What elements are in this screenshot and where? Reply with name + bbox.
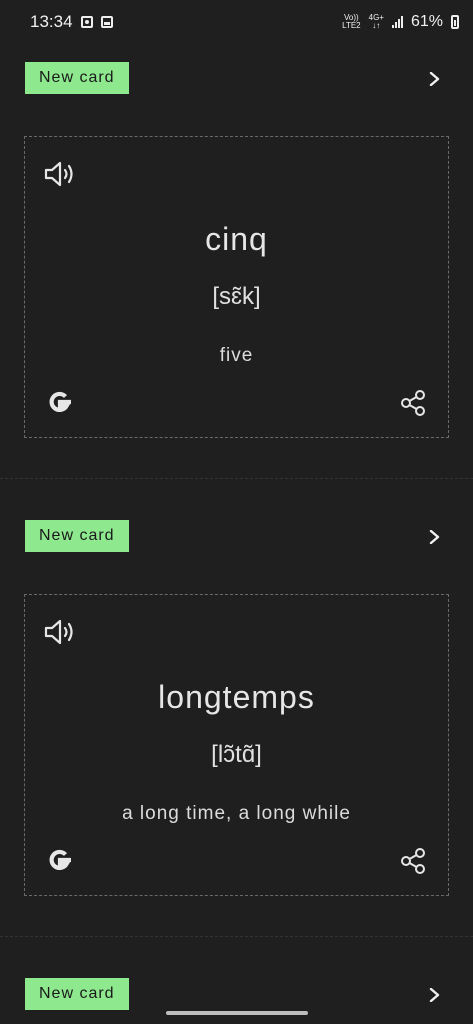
battery-percent: 61% bbox=[410, 13, 443, 30]
screen: 13:34 Vo)) LTE2 4G+ ↓↑ 61% New card cinq… bbox=[0, 0, 473, 1024]
new-card-badge: New card bbox=[25, 978, 129, 1010]
card-word: cinq bbox=[205, 221, 268, 257]
share-icon[interactable] bbox=[399, 847, 427, 875]
google-icon[interactable] bbox=[45, 845, 75, 875]
card-section: New card cinq [sɛ̃k] five bbox=[0, 62, 473, 438]
network-volte-bottom: LTE2 bbox=[342, 21, 361, 30]
flashcard[interactable]: cinq [sɛ̃k] five bbox=[24, 136, 449, 438]
signal-icon bbox=[391, 16, 403, 28]
section-divider bbox=[0, 936, 473, 938]
data-arrows-icon: ↓↑ bbox=[372, 21, 381, 30]
chevron-right-icon[interactable] bbox=[428, 988, 442, 1002]
battery-icon bbox=[451, 15, 459, 29]
card-meaning: a long time, a long while bbox=[122, 803, 351, 824]
status-time: 13:34 bbox=[30, 12, 73, 31]
section-divider bbox=[0, 478, 473, 480]
card-phonetic: [sɛ̃k] bbox=[212, 283, 261, 310]
card-header[interactable]: New card bbox=[0, 62, 473, 102]
notification-icon bbox=[80, 16, 93, 28]
chevron-right-icon[interactable] bbox=[428, 530, 442, 544]
home-indicator[interactable] bbox=[166, 1011, 308, 1015]
network-gen: 4G+ ↓↑ bbox=[369, 14, 384, 30]
card-phonetic: [lɔ̃tɑ̃] bbox=[211, 741, 262, 768]
network-volte: Vo)) LTE2 bbox=[342, 14, 361, 30]
share-icon[interactable] bbox=[399, 389, 427, 417]
new-card-badge: New card bbox=[25, 62, 129, 94]
chevron-right-icon[interactable] bbox=[428, 72, 442, 86]
status-right: Vo)) LTE2 4G+ ↓↑ 61% bbox=[342, 13, 459, 31]
card-meaning: five bbox=[219, 345, 254, 366]
new-card-badge: New card bbox=[25, 520, 129, 552]
gallery-icon bbox=[100, 16, 113, 28]
speaker-icon[interactable] bbox=[43, 617, 79, 647]
status-left: 13:34 bbox=[30, 12, 113, 32]
google-icon[interactable] bbox=[45, 387, 75, 417]
speaker-icon[interactable] bbox=[43, 159, 79, 189]
flashcard[interactable]: longtemps [lɔ̃tɑ̃] a long time, a long w… bbox=[24, 594, 449, 896]
status-bar: 13:34 Vo)) LTE2 4G+ ↓↑ 61% bbox=[0, 0, 473, 44]
card-section: New card longtemps [lɔ̃tɑ̃] a long time,… bbox=[0, 520, 473, 896]
card-word: longtemps bbox=[158, 679, 315, 715]
card-header[interactable]: New card bbox=[0, 520, 473, 560]
